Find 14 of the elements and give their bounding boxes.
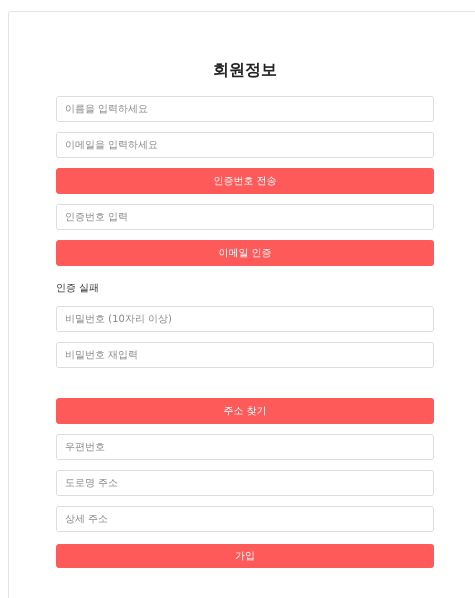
text-field[interactable]: 우편번호 <box>56 434 434 460</box>
action-button[interactable]: 주소 찾기 <box>56 398 434 424</box>
action-button[interactable]: 인증번호 전송 <box>56 168 434 194</box>
status-message: 인증 실패 <box>56 282 100 296</box>
submit-button[interactable]: 가입 <box>56 544 434 568</box>
text-field[interactable]: 이메일을 입력하세요 <box>56 132 434 158</box>
text-field[interactable]: 인증번호 입력 <box>56 204 434 230</box>
text-field[interactable]: 상세 주소 <box>56 506 434 532</box>
action-button[interactable]: 이메일 인증 <box>56 240 434 266</box>
text-field[interactable]: 도로명 주소 <box>56 470 434 496</box>
text-field[interactable]: 비밀번호 재입력 <box>56 342 434 368</box>
form-title: 회원정보 <box>212 60 278 80</box>
text-field[interactable]: 이름을 입력하세요 <box>56 96 434 122</box>
text-field[interactable]: 비밀번호 (10자리 이상) <box>56 306 434 332</box>
